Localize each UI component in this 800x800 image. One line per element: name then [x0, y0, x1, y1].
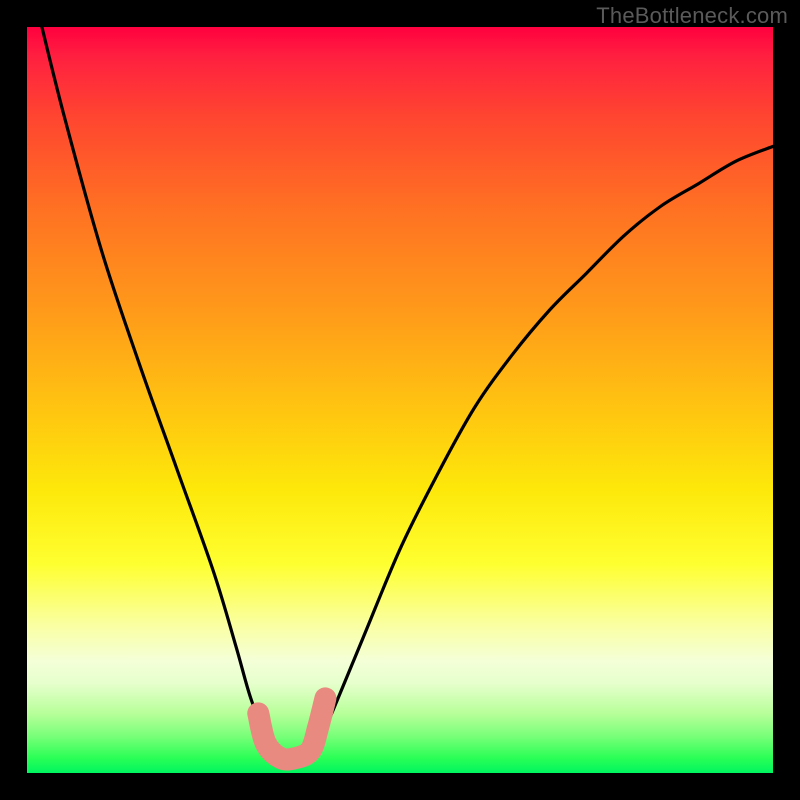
bottleneck-curve-path — [42, 27, 773, 766]
chart-svg — [27, 27, 773, 773]
watermark-text: TheBottleneck.com — [596, 3, 788, 29]
chart-frame: TheBottleneck.com — [0, 0, 800, 800]
plot-area — [27, 27, 773, 773]
optimal-range-highlight — [258, 698, 325, 759]
